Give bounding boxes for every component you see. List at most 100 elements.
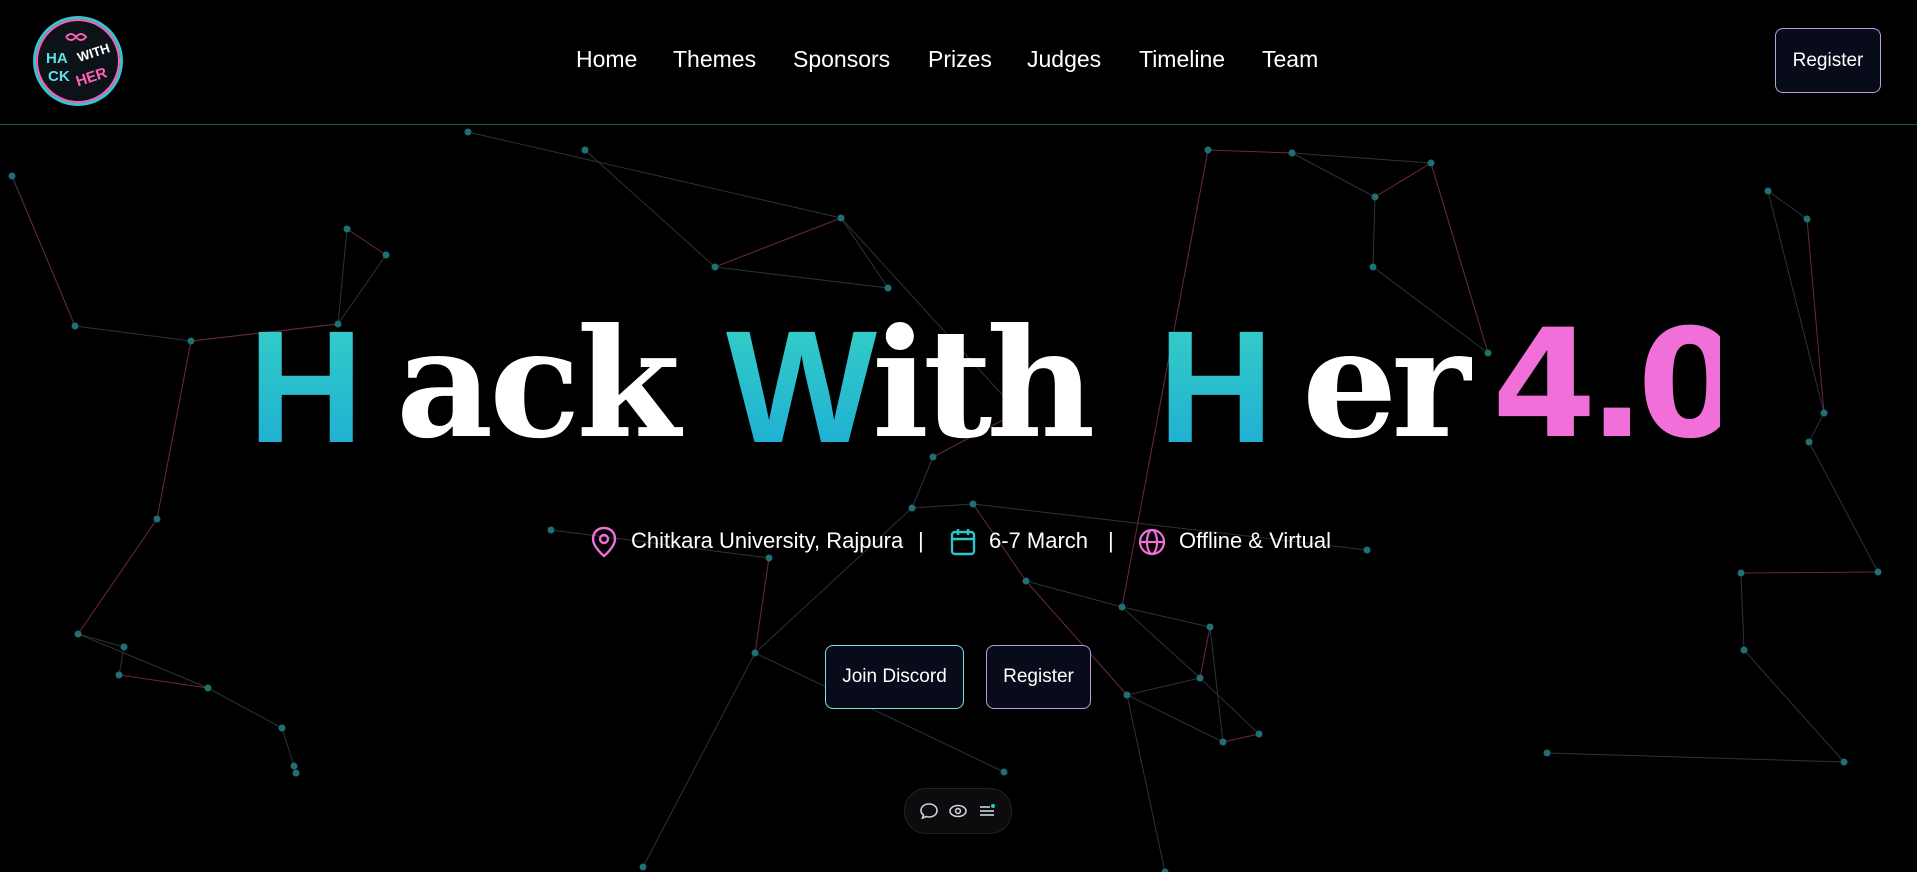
network-node xyxy=(1740,646,1748,654)
network-link xyxy=(1199,626,1211,679)
network-node xyxy=(581,146,589,154)
network-node xyxy=(1022,577,1030,585)
network-node xyxy=(74,630,82,638)
register-button[interactable]: Register xyxy=(986,645,1091,709)
network-node xyxy=(1840,758,1848,766)
network-link xyxy=(1126,694,1166,872)
network-node xyxy=(837,214,845,222)
nav-judges[interactable]: Judges xyxy=(1027,46,1101,73)
network-link xyxy=(1372,196,1376,268)
network-node xyxy=(1118,603,1126,611)
network-link xyxy=(714,217,842,268)
globe-icon xyxy=(1138,528,1166,556)
network-link xyxy=(1209,626,1224,743)
network-link xyxy=(467,131,842,219)
network-link xyxy=(840,217,889,289)
nav-themes[interactable]: Themes xyxy=(673,46,756,73)
network-link xyxy=(281,727,295,767)
network-link xyxy=(77,633,209,689)
network-link xyxy=(1199,677,1260,735)
network-link xyxy=(207,687,283,729)
nav-prizes[interactable]: Prizes xyxy=(928,46,992,73)
network-node xyxy=(1369,263,1377,271)
network-link xyxy=(1207,149,1293,154)
network-node xyxy=(751,649,759,657)
nav-home[interactable]: Home xyxy=(576,46,637,73)
info-separator: | xyxy=(918,528,924,553)
network-link xyxy=(1126,677,1201,696)
calendar-icon xyxy=(950,529,976,556)
menu-list-icon[interactable] xyxy=(977,801,997,821)
eye-toggle-icon[interactable] xyxy=(948,801,968,821)
network-node xyxy=(1161,868,1169,872)
network-node xyxy=(1874,568,1882,576)
network-link xyxy=(156,340,192,520)
network-node xyxy=(1255,730,1263,738)
network-node xyxy=(1737,569,1745,577)
network-link xyxy=(118,674,209,689)
hero-title: H ack W ith H er 4.0 xyxy=(248,296,1720,476)
nav-timeline[interactable]: Timeline xyxy=(1139,46,1225,73)
network-node xyxy=(1427,159,1435,167)
network-link xyxy=(1546,752,1845,763)
network-node xyxy=(1206,623,1214,631)
network-link xyxy=(911,503,974,509)
network-link xyxy=(1740,572,1745,651)
network-node xyxy=(1219,738,1227,746)
network-node xyxy=(290,762,298,770)
network-link xyxy=(1291,152,1432,164)
location-text: Chitkara University, Rajpura xyxy=(631,528,904,553)
network-link xyxy=(1767,190,1825,414)
title-initial-h2: H xyxy=(1158,297,1274,476)
network-node xyxy=(1123,691,1131,699)
floating-toolbar xyxy=(904,788,1012,834)
network-node xyxy=(908,504,916,512)
network-link xyxy=(346,228,387,256)
network-node xyxy=(639,863,647,871)
network-link xyxy=(1808,412,1825,443)
network-node xyxy=(292,769,300,777)
network-link xyxy=(584,149,716,268)
network-node xyxy=(1805,438,1813,446)
title-word-er: er xyxy=(1302,296,1472,472)
network-link xyxy=(77,633,125,648)
network-node xyxy=(8,172,16,180)
network-link xyxy=(1743,649,1845,763)
network-link xyxy=(754,557,770,654)
network-link xyxy=(1740,571,1879,574)
event-info: Chitkara University, Rajpura | 6-7 March… xyxy=(0,520,1917,564)
network-node xyxy=(1820,409,1828,417)
network-link xyxy=(642,652,756,868)
nav-team[interactable]: Team xyxy=(1262,46,1318,73)
header-register-button[interactable]: Register xyxy=(1775,28,1881,93)
network-node xyxy=(382,251,390,259)
network-node xyxy=(1543,749,1551,757)
network-link xyxy=(74,325,192,342)
title-word-ack: ack xyxy=(396,296,684,472)
title-version: 4.0 xyxy=(1492,298,1720,472)
network-node xyxy=(969,500,977,508)
map-pin-icon xyxy=(591,526,617,558)
info-separator: | xyxy=(1108,528,1114,553)
mode-text: Offline & Virtual xyxy=(1179,528,1332,553)
network-node xyxy=(1196,674,1204,682)
network-node xyxy=(71,322,79,330)
network-node xyxy=(1764,187,1772,195)
network-link xyxy=(714,266,889,289)
network-node xyxy=(711,263,719,271)
network-link xyxy=(1291,152,1376,198)
title-initial-w: W xyxy=(726,297,877,476)
join-discord-button[interactable]: Join Discord xyxy=(825,645,964,709)
network-node xyxy=(1288,149,1296,157)
network-node xyxy=(278,724,286,732)
network-node xyxy=(1371,193,1379,201)
network-node xyxy=(884,284,892,292)
network-link xyxy=(1374,162,1432,198)
network-link xyxy=(1121,606,1201,679)
network-node xyxy=(464,128,472,136)
title-word-ith: ith xyxy=(872,296,1092,472)
chat-bubble-icon[interactable] xyxy=(919,801,939,821)
network-node xyxy=(204,684,212,692)
nav-sponsors[interactable]: Sponsors xyxy=(793,46,890,73)
network-node xyxy=(120,643,128,651)
